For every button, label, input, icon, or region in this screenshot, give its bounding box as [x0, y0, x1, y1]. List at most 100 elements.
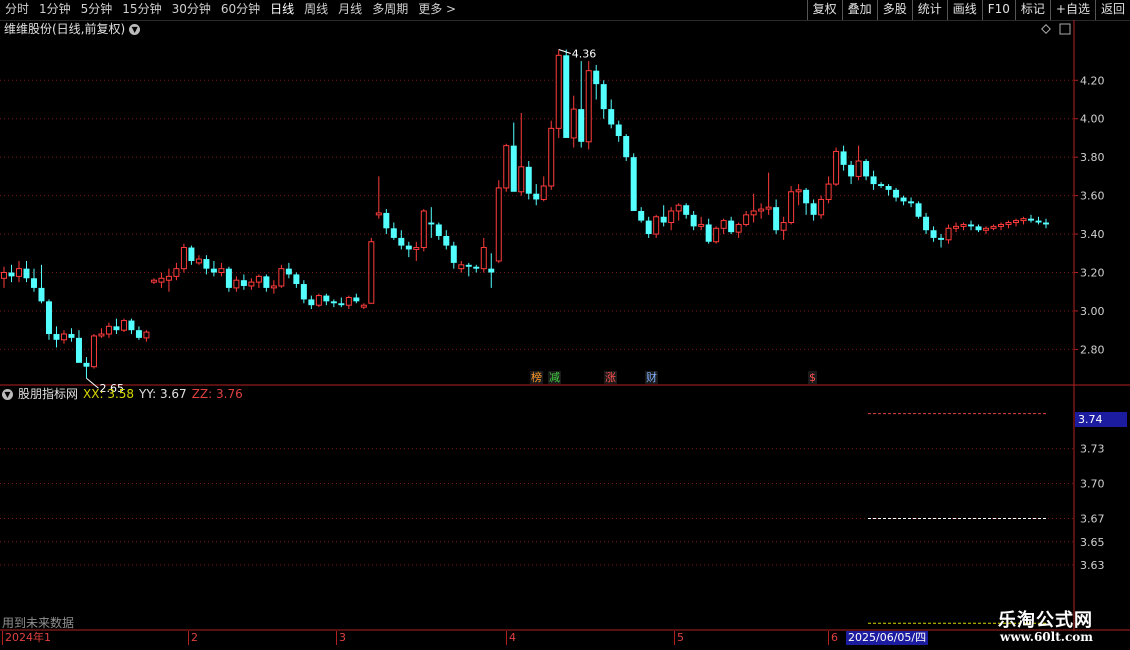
event-tag-3[interactable]: 财: [645, 371, 658, 384]
diamond-icon: [1041, 24, 1051, 34]
candle-body: [878, 184, 885, 187]
candle-body: [1028, 218, 1035, 221]
candle-body: [315, 295, 322, 306]
candle-body: [8, 272, 15, 277]
candle-body: [75, 337, 82, 363]
candle-body: [38, 287, 45, 302]
indicator-tick-label: 3.70: [1080, 478, 1105, 491]
candle-body: [803, 189, 810, 204]
candle-body: [728, 220, 735, 233]
event-tag-0[interactable]: 榜: [530, 371, 543, 384]
candle-body: [135, 330, 142, 338]
future-data-note: 用到未来数据: [2, 616, 75, 630]
candle-body: [375, 212, 382, 216]
candle-body: [780, 222, 787, 231]
candle-body: [68, 334, 75, 338]
candle-body: [698, 223, 705, 227]
candle-body: [450, 245, 457, 263]
y-tick-label: 2.80: [1080, 343, 1105, 356]
candle-body: [608, 109, 615, 125]
candle-body: [240, 280, 247, 286]
candle-body: [293, 274, 300, 285]
candle-body: [158, 277, 165, 283]
candle-body: [15, 268, 22, 277]
date-label-2: 3: [336, 631, 346, 645]
kline-chart[interactable]: 4.20 4.00 3.80 3.60 3.40 3.20 3.00 2.80 3.73 3.70…: [0, 0, 1130, 650]
event-tag-1[interactable]: 减: [548, 371, 561, 384]
candle-body: [818, 198, 825, 216]
candle-body: [578, 109, 585, 142]
candle-body: [1, 272, 7, 279]
event-tag-4[interactable]: $: [808, 371, 817, 384]
candle-body: [368, 241, 375, 304]
candle-body: [758, 208, 765, 212]
candle-body: [150, 279, 157, 283]
candle-body: [885, 186, 892, 190]
candle-body: [510, 145, 517, 192]
indicator-tick-label: 3.65: [1080, 536, 1105, 549]
indicator-tick-label: 3.63: [1080, 559, 1105, 572]
candle-body: [225, 268, 232, 288]
candle-body: [1043, 222, 1049, 225]
candle-body: [795, 189, 802, 193]
candle-body: [953, 225, 960, 229]
candle-body: [938, 237, 945, 240]
candle-body: [930, 230, 937, 238]
candle-body: [480, 247, 487, 270]
candle-body: [923, 216, 930, 231]
candle-body: [765, 206, 772, 210]
chevron-down-icon[interactable]: ▼: [129, 23, 141, 35]
candle-body: [893, 189, 900, 198]
candle-body: [945, 227, 952, 241]
candle-body: [458, 264, 465, 270]
candle-body: [533, 193, 540, 200]
candle-body: [983, 227, 990, 231]
candle-body: [518, 166, 525, 193]
indicator-zz-value: ZZ: 3.76: [191, 387, 243, 401]
candle-body: [218, 268, 225, 274]
candle-body: [525, 166, 532, 194]
indicator-yy-value: YY: 3.67: [139, 387, 187, 401]
candle-body: [600, 84, 607, 110]
candle-body: [968, 224, 975, 227]
candle-body: [908, 201, 915, 204]
pane-toggle-icon: [1059, 23, 1071, 35]
indicator-xx-value: XX: 3.58: [83, 387, 135, 401]
candle-body: [308, 299, 315, 306]
candle-body: [255, 275, 262, 283]
candle-body: [83, 362, 90, 367]
candle-body: [855, 160, 862, 177]
candle-body: [720, 220, 727, 229]
candle-body: [383, 212, 390, 229]
y-tick-label: 3.80: [1080, 151, 1105, 164]
candle-body: [863, 161, 870, 177]
candle-body: [503, 145, 510, 189]
candle-body: [338, 303, 345, 306]
y-tick-label: 4.20: [1080, 74, 1105, 87]
candle-body: [405, 245, 412, 250]
candle-body: [45, 301, 52, 335]
y-tick-label: 3.20: [1080, 267, 1105, 280]
candle-body: [998, 223, 1005, 227]
event-tag-2[interactable]: 涨: [604, 371, 617, 384]
candle-body: [180, 247, 187, 270]
candle-body: [113, 326, 120, 331]
candle-body: [660, 216, 667, 223]
chevron-down-icon[interactable]: ▼: [2, 388, 13, 400]
candle-body: [750, 210, 757, 216]
candle-body: [473, 266, 480, 269]
candle-body: [675, 204, 682, 212]
candle-body: [825, 183, 832, 200]
candle-body: [1035, 220, 1042, 223]
candle-body: [98, 333, 105, 337]
candle-body: [300, 284, 307, 300]
candle-body: [398, 237, 405, 246]
date-label-0: 2024年1: [2, 631, 51, 645]
candle-body: [540, 185, 547, 200]
candle-body: [615, 124, 622, 137]
candle-body: [330, 301, 337, 304]
watermark-title: 乐淘公式网: [998, 610, 1093, 631]
candle-body: [848, 164, 855, 177]
high-label: 4.36: [572, 48, 597, 61]
candle-body: [323, 295, 330, 302]
